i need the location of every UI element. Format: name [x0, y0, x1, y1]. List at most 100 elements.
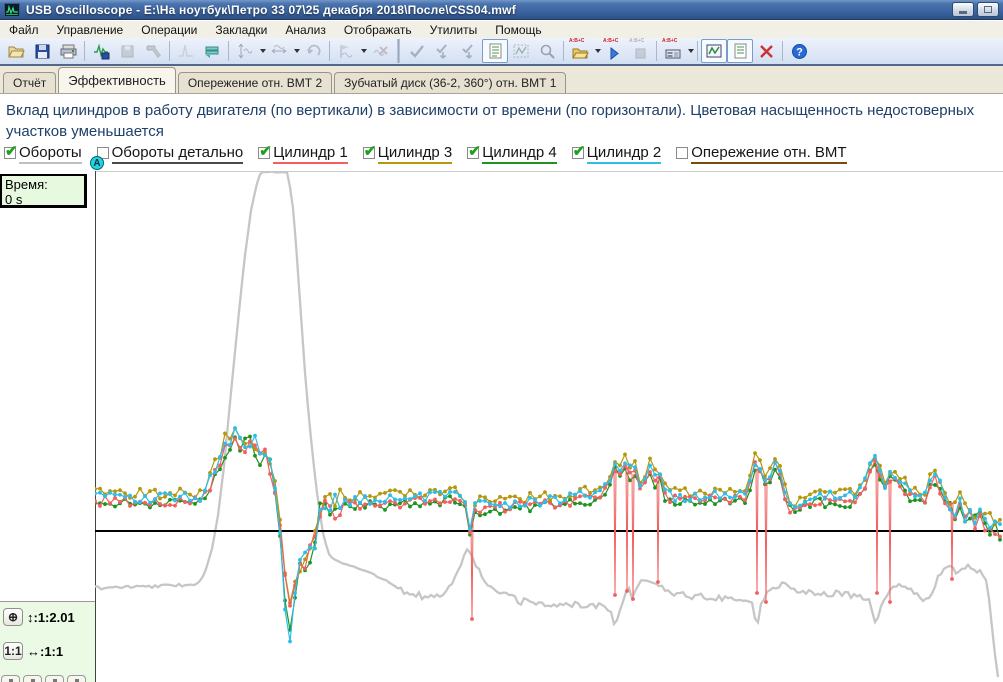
search-button[interactable]: [534, 39, 560, 63]
toolbar-separator: [782, 41, 783, 61]
cylinder-dots: [95, 437, 1002, 608]
tab-опережение-отн-вмт-2[interactable]: Опережение отн. ВМТ 2: [178, 72, 332, 93]
marker-del-icon: [372, 43, 389, 60]
bottom-mini-tabs[interactable]: [1, 675, 86, 682]
window-controls: [952, 2, 999, 17]
misfire-spike: [614, 469, 616, 595]
add-marker-button[interactable]: [333, 39, 359, 63]
abc-script-tag: A:B+C: [569, 39, 584, 44]
legend-checkbox[interactable]: ✔: [4, 147, 16, 159]
script-stop-button[interactable]: A:B+C: [627, 39, 653, 63]
legend-item[interactable]: ✔Цилиндр 2: [572, 144, 662, 164]
legend-checkbox[interactable]: ✔: [363, 147, 375, 159]
legend-item[interactable]: Обороты детально: [97, 144, 244, 164]
title-bar[interactable]: USB Oscilloscope - E:\На ноутбук\Петро 3…: [0, 0, 1003, 20]
mini-tab[interactable]: [23, 675, 42, 682]
legend-item[interactable]: ✔Цилиндр 3: [363, 144, 453, 164]
delete-marker-button[interactable]: [367, 39, 393, 63]
menu-item-закладки[interactable]: Закладки: [206, 22, 276, 38]
legend-item[interactable]: ✔Цилиндр 1: [258, 144, 348, 164]
open-file-button[interactable]: [3, 39, 29, 63]
chart-view-button[interactable]: [701, 39, 727, 63]
cylinder-dots: [95, 427, 1002, 605]
script-run-button[interactable]: A:B+C: [601, 39, 627, 63]
mini-tab[interactable]: [1, 675, 20, 682]
toolbar-separator: [656, 41, 657, 61]
time-tooltip-label: Время:: [5, 177, 81, 192]
script-panel-button[interactable]: A:B+C: [660, 39, 686, 63]
folder-icon: [8, 43, 25, 60]
mini-tab[interactable]: [45, 675, 64, 682]
floppy-icon: [34, 43, 51, 60]
check-icon: [409, 43, 426, 60]
menu-item-анализ[interactable]: Анализ: [276, 22, 335, 38]
toolbar-separator: [329, 41, 330, 61]
export-waveform-button[interactable]: [114, 39, 140, 63]
select-fragment-button[interactable]: [508, 39, 534, 63]
menu-item-помощь[interactable]: Помощь: [486, 22, 550, 38]
save-file-button[interactable]: [29, 39, 55, 63]
impulse-icon: [178, 43, 195, 60]
print-button[interactable]: [55, 39, 81, 63]
dropdown-caret-icon[interactable]: [688, 49, 694, 53]
save-waveform-button[interactable]: [88, 39, 114, 63]
notes-icon: [487, 43, 504, 60]
tab-зубчатый-диск-36-2-360-отн-вмт-1[interactable]: Зубчатый диск (36-2, 360°) отн. ВМТ 1: [334, 72, 566, 93]
legend-label: Цилиндр 3: [378, 144, 453, 164]
menu-item-файл[interactable]: Файл: [0, 22, 48, 38]
minimize-button[interactable]: [952, 2, 974, 17]
vertical-zoom-button[interactable]: [232, 39, 258, 63]
tab-эффективность[interactable]: Эффективность: [58, 67, 176, 93]
legend-item[interactable]: ✔Цилиндр 4: [467, 144, 557, 164]
tab-отч-т[interactable]: Отчёт: [3, 72, 56, 93]
toolbar-separator: [169, 41, 170, 61]
menu-item-отображать[interactable]: Отображать: [335, 22, 421, 38]
edit-waveform-button[interactable]: [140, 39, 166, 63]
cylinder-curve: [95, 428, 1000, 641]
horizontal-zoom-button[interactable]: [266, 39, 292, 63]
legend-checkbox[interactable]: [676, 147, 688, 159]
apply-check-button[interactable]: [404, 39, 430, 63]
legend-item[interactable]: ✔Обороты: [4, 144, 82, 164]
legend-checkbox[interactable]: ✔: [258, 147, 270, 159]
restore-button[interactable]: [977, 2, 999, 17]
undo-zoom-button[interactable]: [300, 39, 326, 63]
mini-tab[interactable]: [67, 675, 86, 682]
abc-script-tag: A:B+C: [629, 39, 644, 44]
impulse-analysis-button[interactable]: [173, 39, 199, 63]
cursor-marker-a[interactable]: A: [90, 156, 104, 170]
hammer-icon: [145, 43, 162, 60]
horizontal-scale-label: ↔:1:1: [27, 644, 63, 659]
misfire-spike: [876, 467, 878, 593]
legend-checkbox[interactable]: ✔: [467, 147, 479, 159]
legend-item[interactable]: Опережение отн. ВМТ: [676, 144, 846, 164]
zoom-h-icon: [271, 43, 288, 60]
app-icon: [4, 3, 20, 17]
menu-item-утилиты[interactable]: Утилиты: [421, 22, 487, 38]
help-button[interactable]: ?: [786, 39, 812, 63]
restore-icon: [984, 6, 992, 13]
script-open-button[interactable]: A:B+C: [567, 39, 593, 63]
horizontal-zoom-reset-button[interactable]: 1:1: [3, 642, 23, 660]
abc-stop-icon: [632, 43, 649, 60]
menu-item-управление[interactable]: Управление: [48, 22, 133, 38]
notes-button[interactable]: [482, 39, 508, 63]
app-window: USB Oscilloscope - E:\На ноутбук\Петро 3…: [0, 0, 1003, 682]
table-view-button[interactable]: [199, 39, 225, 63]
report-view-button[interactable]: [727, 39, 753, 63]
checkmark-icon: ✔: [5, 142, 18, 160]
vertical-zoom-reset-button[interactable]: ⊕: [3, 608, 23, 626]
content-area: Вклад цилиндров в работу двигателя (по в…: [0, 95, 1003, 682]
apply-all-down-button[interactable]: [430, 39, 456, 63]
one-to-one-icon: 1:1: [4, 644, 21, 658]
menu-item-операции[interactable]: Операции: [132, 22, 206, 38]
legend-checkbox[interactable]: ✔: [572, 147, 584, 159]
chart-canvas[interactable]: [95, 171, 1003, 682]
disk-gray-icon: [119, 43, 136, 60]
apply-all-next-button[interactable]: [456, 39, 482, 63]
tab-strip: ОтчётЭффективностьОпережение отн. ВМТ 2З…: [0, 66, 1003, 94]
toolbar-separator: [228, 41, 229, 61]
legend-label: Обороты: [19, 144, 82, 164]
delete-chart-button[interactable]: [753, 39, 779, 63]
abc-play-icon: [606, 43, 623, 60]
